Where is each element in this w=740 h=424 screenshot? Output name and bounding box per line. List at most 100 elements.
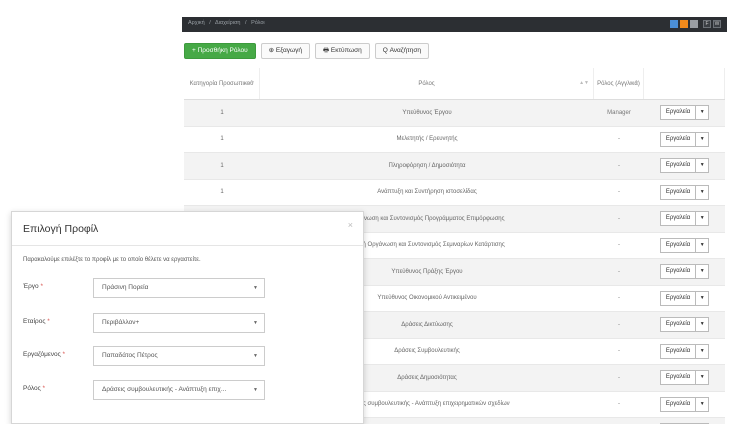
project-field-row: Έργο * Πράσινη Πορεία ▼ <box>23 278 358 298</box>
tools-button[interactable]: Εργαλεία <box>659 105 697 121</box>
top-bar: Αρχική / Διαχείριση / Ρόλοι F W <box>182 17 727 32</box>
tools-dropdown: Εργαλεία▼ <box>659 264 710 280</box>
tools-button[interactable]: Εργαλεία <box>659 343 697 359</box>
breadcrumb-separator: / <box>209 20 211 26</box>
tools-dropdown: Εργαλεία▼ <box>659 184 710 200</box>
role-select[interactable]: Δράσεις συμβουλευτικής - Ανάπτυξη επιχ..… <box>93 380 265 400</box>
breadcrumb: Αρχική / Διαχείριση / Ρόλοι <box>188 20 268 26</box>
col-role-header[interactable]: Ρόλος ▲▼ <box>260 68 594 99</box>
cell-tools: Εργαλεία▼ <box>644 392 725 418</box>
tools-button[interactable]: Εργαλεία <box>659 131 697 147</box>
cell-role-en: - <box>618 374 620 381</box>
modal-description: Παρακαλούμε επιλέξτε το προφίλ με το οπο… <box>23 257 201 263</box>
cell-tools: Εργαλεία▼ <box>644 180 725 206</box>
sort-icon: ▲▼ <box>629 80 639 86</box>
tools-button[interactable]: Εργαλεία <box>659 370 697 386</box>
cell-category: 1 <box>220 162 224 169</box>
chevron-down-icon[interactable]: ▼ <box>696 343 710 359</box>
theme-gray-swatch[interactable] <box>690 20 698 28</box>
partner-select[interactable]: Περιβάλλον+ ▼ <box>93 313 265 333</box>
theme-blue-swatch[interactable] <box>670 20 678 28</box>
project-label: Έργο * <box>23 283 44 290</box>
partner-label: Εταίρος * <box>23 318 50 325</box>
tools-button[interactable]: Εργαλεία <box>659 184 697 200</box>
tools-button[interactable]: Εργαλεία <box>659 237 697 253</box>
chevron-down-icon[interactable]: ▼ <box>696 158 710 174</box>
col-category-header[interactable]: Κατηγορία Προσωπικού ▲▼ <box>184 68 260 99</box>
add-role-button[interactable]: + Προσθήκη Ρόλου <box>184 43 256 59</box>
cell-role-en: - <box>618 401 620 408</box>
chevron-down-icon[interactable]: ▼ <box>696 211 710 227</box>
col-tools-header <box>644 68 725 99</box>
cell-tools: Εργαλεία▼ <box>644 286 725 312</box>
tools-button[interactable]: Εργαλεία <box>659 317 697 333</box>
cell-tools: Εργαλεία▼ <box>644 339 725 365</box>
chevron-down-icon[interactable]: ▼ <box>696 396 710 412</box>
chevron-down-icon[interactable]: ▼ <box>696 105 710 121</box>
tools-dropdown: Εργαλεία▼ <box>659 396 710 412</box>
tools-dropdown: Εργαλεία▼ <box>659 290 710 306</box>
cell-role-en: - <box>618 348 620 355</box>
cell-tools: Εργαλεία▼ <box>644 127 725 153</box>
search-button[interactable]: Q Αναζήτηση <box>374 43 429 59</box>
sort-icon: ▲▼ <box>579 80 589 86</box>
cell-role: Υπεύθυνος Έργου <box>402 109 452 116</box>
breadcrumb-roles: Ρόλοι <box>251 20 265 26</box>
role-label: Ρόλος * <box>23 385 46 392</box>
breadcrumb-home[interactable]: Αρχική <box>188 20 205 26</box>
project-select-value: Πράσινη Πορεία <box>102 284 149 291</box>
cell-role: Ανάπτυξη και Συντήρηση ιστοσελίδας <box>377 189 477 196</box>
cell-tools: Εργαλεία▼ <box>644 418 725 424</box>
chevron-down-icon[interactable]: ▼ <box>696 264 710 280</box>
modal-header: Επιλογή Προφίλ × <box>12 212 363 246</box>
chevron-down-icon: ▼ <box>253 285 258 291</box>
tools-button[interactable]: Εργαλεία <box>659 396 697 412</box>
chevron-down-icon: ▼ <box>253 353 258 359</box>
toolbar: + Προσθήκη Ρόλου ⊕ Εξαγωγή 🖶 Εκτύπωση Q … <box>184 43 429 59</box>
chevron-down-icon[interactable]: ▼ <box>696 370 710 386</box>
close-icon[interactable]: × <box>348 220 353 230</box>
chevron-down-icon[interactable]: ▼ <box>696 290 710 306</box>
breadcrumb-separator: / <box>245 20 247 26</box>
cell-role-en: - <box>618 268 620 275</box>
breadcrumb-admin[interactable]: Διαχείριση <box>215 20 240 26</box>
cell-tools: Εργαλεία▼ <box>644 153 725 179</box>
lang-button-1[interactable]: F <box>703 20 711 28</box>
theme-orange-swatch[interactable] <box>680 20 688 28</box>
chevron-down-icon[interactable]: ▼ <box>696 237 710 253</box>
table-header: Κατηγορία Προσωπικού ▲▼ Ρόλος ▲▼ Ρόλος (… <box>184 68 725 100</box>
tools-button[interactable]: Εργαλεία <box>659 158 697 174</box>
chevron-down-icon: ▼ <box>253 387 258 393</box>
lang-button-2[interactable]: W <box>713 20 721 28</box>
employee-select[interactable]: Παπαδάτος Πέτρος ▼ <box>93 346 265 366</box>
tools-dropdown: Εργαλεία▼ <box>659 237 710 253</box>
sort-icon: ▲▼ <box>245 80 255 86</box>
tools-button[interactable]: Εργαλεία <box>659 211 697 227</box>
tools-dropdown: Εργαλεία▼ <box>659 343 710 359</box>
cell-role-en: - <box>618 136 620 143</box>
tools-dropdown: Εργαλεία▼ <box>659 158 710 174</box>
cell-category: 1 <box>220 189 224 196</box>
tools-button[interactable]: Εργαλεία <box>659 264 697 280</box>
cell-role-en: - <box>618 321 620 328</box>
employee-label: Εργαζόμενος * <box>23 351 66 358</box>
print-button[interactable]: 🖶 Εκτύπωση <box>314 43 370 59</box>
export-button[interactable]: ⊕ Εξαγωγή <box>260 43 310 59</box>
cell-tools: Εργαλεία▼ <box>644 259 725 285</box>
table-row: 1 Μελετητής / Ερευνητής - Εργαλεία ▼ <box>184 127 725 153</box>
col-category-label: Κατηγορία Προσωπικού <box>189 80 254 87</box>
col-role-en-header[interactable]: Ρόλος (Αγγλικά) ▲▼ <box>594 68 644 99</box>
tools-button[interactable]: Εργαλεία <box>659 290 697 306</box>
employee-field-row: Εργαζόμενος * Παπαδάτος Πέτρος ▼ <box>23 346 358 366</box>
chevron-down-icon[interactable]: ▼ <box>696 317 710 333</box>
tools-dropdown: Εργαλεία▼ <box>659 211 710 227</box>
chevron-down-icon[interactable]: ▼ <box>696 131 710 147</box>
chevron-down-icon[interactable]: ▼ <box>696 184 710 200</box>
role-select-value: Δράσεις συμβουλευτικής - Ανάπτυξη επιχ..… <box>102 386 227 393</box>
tools-dropdown: Εργαλεία▼ <box>659 317 710 333</box>
col-role-label: Ρόλος <box>418 80 435 87</box>
chevron-down-icon: ▼ <box>253 320 258 326</box>
project-select[interactable]: Πράσινη Πορεία ▼ <box>93 278 265 298</box>
cell-role-en: - <box>594 418 644 424</box>
modal-title: Επιλογή Προφίλ <box>23 223 99 235</box>
